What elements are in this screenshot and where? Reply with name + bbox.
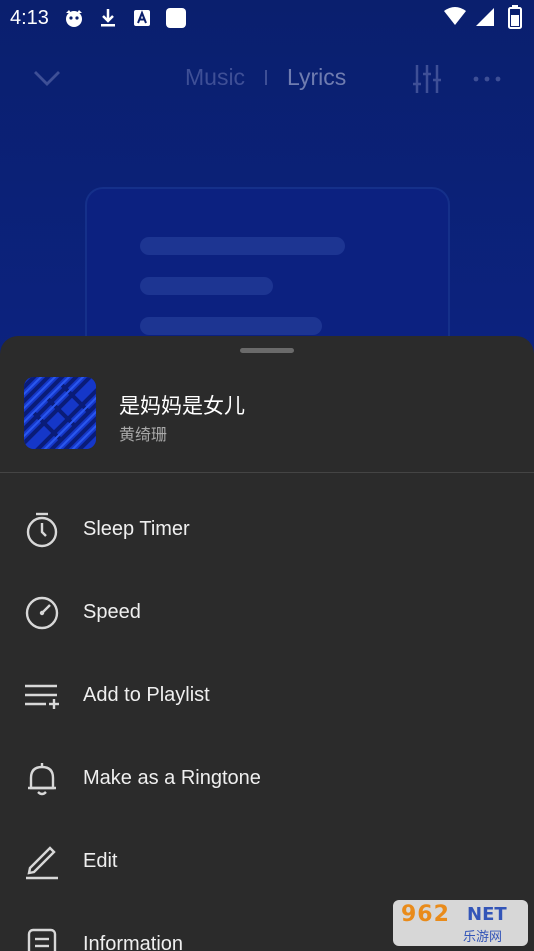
watermark-net: NET bbox=[467, 904, 507, 925]
song-artist: 黄绮珊 bbox=[119, 425, 168, 444]
menu-item-label: Sleep Timer bbox=[83, 518, 190, 540]
menu-item-label: Edit bbox=[83, 850, 118, 872]
speed-icon bbox=[22, 593, 62, 633]
pet-icon bbox=[63, 7, 85, 29]
tab-separator bbox=[265, 70, 267, 85]
lyric-placeholder-line bbox=[140, 317, 322, 335]
status-time: 4:13 bbox=[10, 6, 49, 29]
information-icon bbox=[22, 925, 62, 951]
menu-item-label: Make as a Ringtone bbox=[83, 767, 261, 789]
edit-icon bbox=[22, 842, 62, 882]
song-header: 是妈妈是女儿 黄绮珊 bbox=[0, 376, 534, 472]
watermark-logo: 962 NET 乐游网 bbox=[393, 900, 528, 946]
battery-icon bbox=[504, 5, 526, 29]
menu-item-label: Information bbox=[83, 933, 184, 951]
bell-icon bbox=[22, 759, 62, 799]
watermark-sub: 乐游网 bbox=[463, 930, 503, 945]
player-top-nav: Music Lyrics bbox=[0, 52, 534, 104]
more-icon[interactable] bbox=[470, 62, 504, 96]
menu-item-edit[interactable]: Edit bbox=[0, 820, 534, 903]
tab-lyrics[interactable]: Lyrics bbox=[287, 64, 346, 91]
status-bar: 4:13 bbox=[0, 0, 534, 36]
tab-music[interactable]: Music bbox=[185, 64, 245, 91]
signal-icon bbox=[474, 6, 496, 28]
lyric-placeholder-line bbox=[140, 277, 273, 295]
wifi-icon bbox=[444, 6, 466, 28]
options-bottom-sheet: 是妈妈是女儿 黄绮珊 Sleep Timer Speed Add to Play… bbox=[0, 336, 534, 951]
album-cover bbox=[24, 377, 96, 449]
song-title: 是妈妈是女儿 bbox=[119, 394, 245, 418]
download-icon bbox=[97, 7, 119, 29]
font-app-icon bbox=[131, 7, 153, 29]
menu-item-sleep-timer[interactable]: Sleep Timer bbox=[0, 488, 534, 571]
divider bbox=[0, 472, 534, 473]
menu-item-ringtone[interactable]: Make as a Ringtone bbox=[0, 737, 534, 820]
menu-item-label: Add to Playlist bbox=[83, 684, 210, 706]
equalizer-icon[interactable] bbox=[410, 62, 444, 96]
timer-icon bbox=[22, 510, 62, 550]
add-playlist-icon bbox=[22, 676, 62, 716]
menu-item-add-to-playlist[interactable]: Add to Playlist bbox=[0, 654, 534, 737]
watermark-main: 962 bbox=[401, 902, 450, 927]
sheet-drag-handle[interactable] bbox=[240, 348, 294, 353]
chevron-down-icon[interactable] bbox=[30, 62, 64, 96]
menu-item-label: Speed bbox=[83, 601, 141, 623]
lyric-placeholder-line bbox=[140, 237, 345, 255]
menu-item-speed[interactable]: Speed bbox=[0, 571, 534, 654]
app-square-icon bbox=[165, 7, 187, 29]
